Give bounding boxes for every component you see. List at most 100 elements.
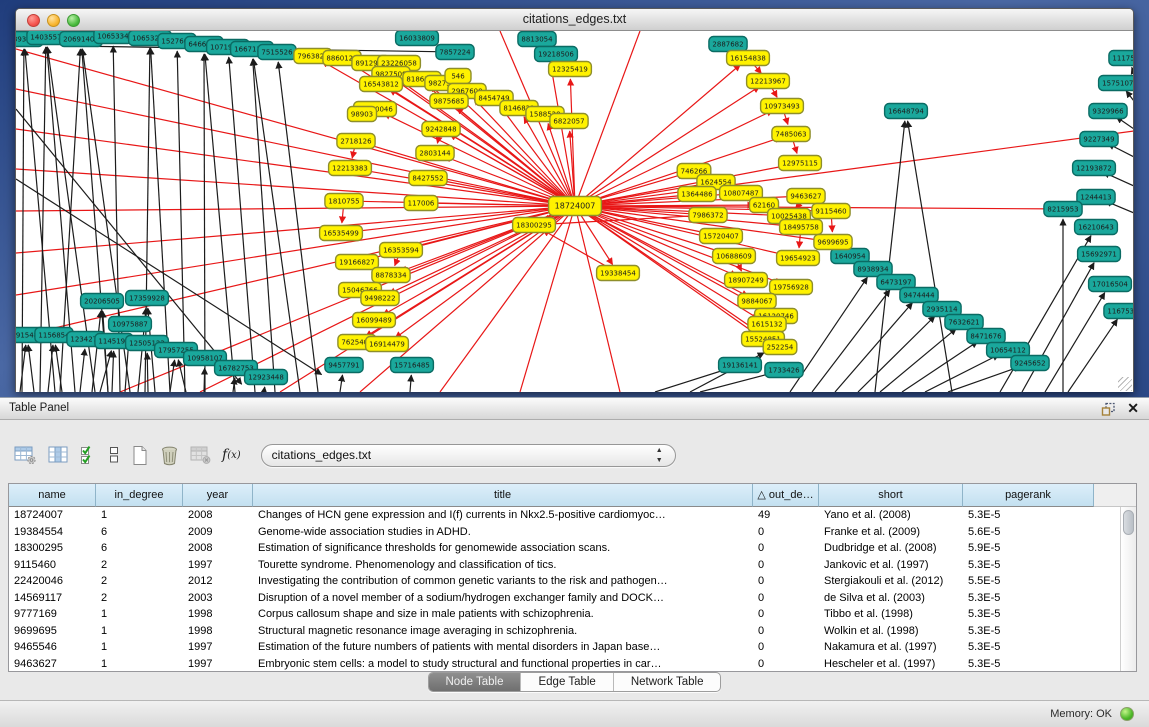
table-cell[interactable]: Hescheler et al. (1997)	[819, 656, 963, 673]
graph-node[interactable]: 10688609	[713, 249, 756, 264]
table-row[interactable]: 1938455462009Genome-wide association stu…	[9, 524, 1120, 541]
table-row[interactable]: 969969511998Structural magnetic resonanc…	[9, 623, 1120, 640]
table-cell[interactable]: 9465546	[9, 639, 96, 656]
table-cell[interactable]: Tourette syndrome. Phenomenology and cla…	[253, 557, 753, 574]
table-cell[interactable]: 2	[96, 590, 183, 607]
graph-node[interactable]: 8427552	[409, 171, 447, 186]
tab-node-table[interactable]: Node Table	[429, 673, 522, 691]
tab-network-table[interactable]: Network Table	[614, 673, 721, 691]
table-cell[interactable]: 0	[753, 557, 819, 574]
graph-node[interactable]: 19166827	[336, 255, 379, 270]
graph-node[interactable]: 1615132	[748, 317, 786, 332]
table-cell[interactable]: 5.3E-5	[963, 590, 1094, 607]
table-cell[interactable]: Nakamura et al. (1997)	[819, 639, 963, 656]
table-cell[interactable]: 1997	[183, 557, 253, 574]
table-cell[interactable]: 18300295	[9, 540, 96, 557]
table-cell[interactable]: 2	[96, 573, 183, 590]
table-row[interactable]: 977716911998Corpus callosum shape and si…	[9, 606, 1120, 623]
table-cell[interactable]: Wolkin et al. (1998)	[819, 623, 963, 640]
table-row[interactable]: 946362711997Embryonic stem cells: a mode…	[9, 656, 1120, 673]
table-cell[interactable]: 0	[753, 573, 819, 590]
table-cell[interactable]: 1	[96, 623, 183, 640]
table-cell[interactable]: Yano et al. (2008)	[819, 507, 963, 524]
table-cell[interactable]: 2003	[183, 590, 253, 607]
graph-node[interactable]: 16648794	[885, 104, 928, 119]
graph-node[interactable]: 16210643	[1075, 220, 1118, 235]
table-cell[interactable]: 6	[96, 524, 183, 541]
table-cell[interactable]: 1998	[183, 606, 253, 623]
network-canvas[interactable]: 1872400718300295189355414035572069140610…	[16, 31, 1133, 392]
table-cell[interactable]: 5.6E-5	[963, 524, 1094, 541]
graph-node[interactable]: 18907249	[725, 273, 768, 288]
table-cell[interactable]: 5.5E-5	[963, 573, 1094, 590]
column-header-year[interactable]: year	[183, 484, 253, 507]
table-cell[interactable]: 2008	[183, 540, 253, 557]
graph-node[interactable]: 20206505	[81, 294, 124, 309]
graph-node[interactable]: 10975887	[109, 317, 152, 332]
table-cell[interactable]: 49	[753, 507, 819, 524]
graph-node[interactable]: 1244413	[1077, 190, 1115, 205]
table-cell[interactable]: Disruption of a novel member of a sodium…	[253, 590, 753, 607]
row-height-icon[interactable]	[108, 443, 120, 467]
table-cell[interactable]: 0	[753, 540, 819, 557]
table-scrollbar-thumb[interactable]	[1123, 510, 1134, 535]
graph-node[interactable]: 9699695	[814, 235, 852, 250]
table-source-select[interactable]: citations_edges.txt ▲▼	[261, 444, 676, 467]
graph-node[interactable]: 6822057	[550, 114, 588, 129]
graph-node[interactable]: 1810755	[325, 194, 363, 209]
network-window-titlebar[interactable]: citations_edges.txt	[16, 9, 1133, 31]
table-cell[interactable]: 5.3E-5	[963, 623, 1094, 640]
table-cell[interactable]: 18724007	[9, 507, 96, 524]
graph-node[interactable]: 7986372	[689, 208, 727, 223]
network-window[interactable]: citations_edges.txt 18724007183002951893…	[15, 8, 1134, 392]
table-cell[interactable]: 9777169	[9, 606, 96, 623]
graph-node[interactable]: 252254	[763, 340, 797, 355]
table-cell[interactable]: 6	[96, 540, 183, 557]
graph-node[interactable]: 9242848	[422, 122, 460, 137]
table-cell[interactable]: 0	[753, 524, 819, 541]
column-header-short[interactable]: short	[819, 484, 963, 507]
table-cell[interactable]: 5.3E-5	[963, 507, 1094, 524]
table-row[interactable]: 1456911722003Disruption of a novel membe…	[9, 590, 1120, 607]
table-row[interactable]: 2242004622012Investigating the contribut…	[9, 573, 1120, 590]
table-cell[interactable]: 2	[96, 557, 183, 574]
graph-node[interactable]: 19756928	[770, 280, 813, 295]
close-button[interactable]	[27, 14, 40, 27]
table-cell[interactable]: Estimation of the future numbers of pati…	[253, 639, 753, 656]
table-cell[interactable]: 1	[96, 639, 183, 656]
graph-node[interactable]: 19654923	[777, 251, 820, 266]
graph-node[interactable]: 9474444	[900, 288, 938, 303]
graph-node[interactable]: 16914479	[366, 337, 409, 352]
graph-node[interactable]: 9463627	[787, 189, 825, 204]
table-cell[interactable]: Tibbo et al. (1998)	[819, 606, 963, 623]
column-header-out_de[interactable]: △ out_de…	[753, 484, 819, 507]
graph-node[interactable]: 1364486	[678, 187, 716, 202]
graph-node[interactable]: 9245652	[1011, 356, 1049, 371]
graph-node[interactable]: 16033809	[396, 31, 439, 46]
table-cell[interactable]: 2008	[183, 507, 253, 524]
graph-node[interactable]: 17016504	[1089, 277, 1132, 292]
graph-node[interactable]: 17359928	[126, 291, 169, 306]
table-cell[interactable]: 1998	[183, 623, 253, 640]
table-cell[interactable]: de Silva et al. (2003)	[819, 590, 963, 607]
graph-node[interactable]: 12213383	[329, 161, 372, 176]
table-cell[interactable]: Estimation of significance thresholds fo…	[253, 540, 753, 557]
graph-node[interactable]: 117006	[404, 196, 438, 211]
graph-node[interactable]: 7515526	[258, 45, 296, 60]
table-cell[interactable]: Corpus callosum shape and size in male p…	[253, 606, 753, 623]
table-row[interactable]: 1830029562008Estimation of significance …	[9, 540, 1120, 557]
graph-node[interactable]: 8471676	[967, 329, 1005, 344]
graph-node[interactable]: 8215953	[1044, 202, 1082, 217]
graph-node[interactable]: 16154838	[727, 51, 770, 66]
table-cell[interactable]: Franke et al. (2009)	[819, 524, 963, 541]
table-cell[interactable]: Jankovic et al. (1997)	[819, 557, 963, 574]
modify-table-icon[interactable]	[14, 443, 37, 467]
delete-column-icon[interactable]	[190, 443, 211, 467]
table-row[interactable]: 946554611997Estimation of the future num…	[9, 639, 1120, 656]
show-columns-icon[interactable]	[48, 443, 69, 467]
table-cell[interactable]: 0	[753, 590, 819, 607]
select-columns-icon[interactable]	[80, 443, 97, 467]
graph-node[interactable]: 2718126	[337, 134, 375, 149]
graph-node[interactable]: 16543812	[360, 77, 403, 92]
table-cell[interactable]: 0	[753, 623, 819, 640]
